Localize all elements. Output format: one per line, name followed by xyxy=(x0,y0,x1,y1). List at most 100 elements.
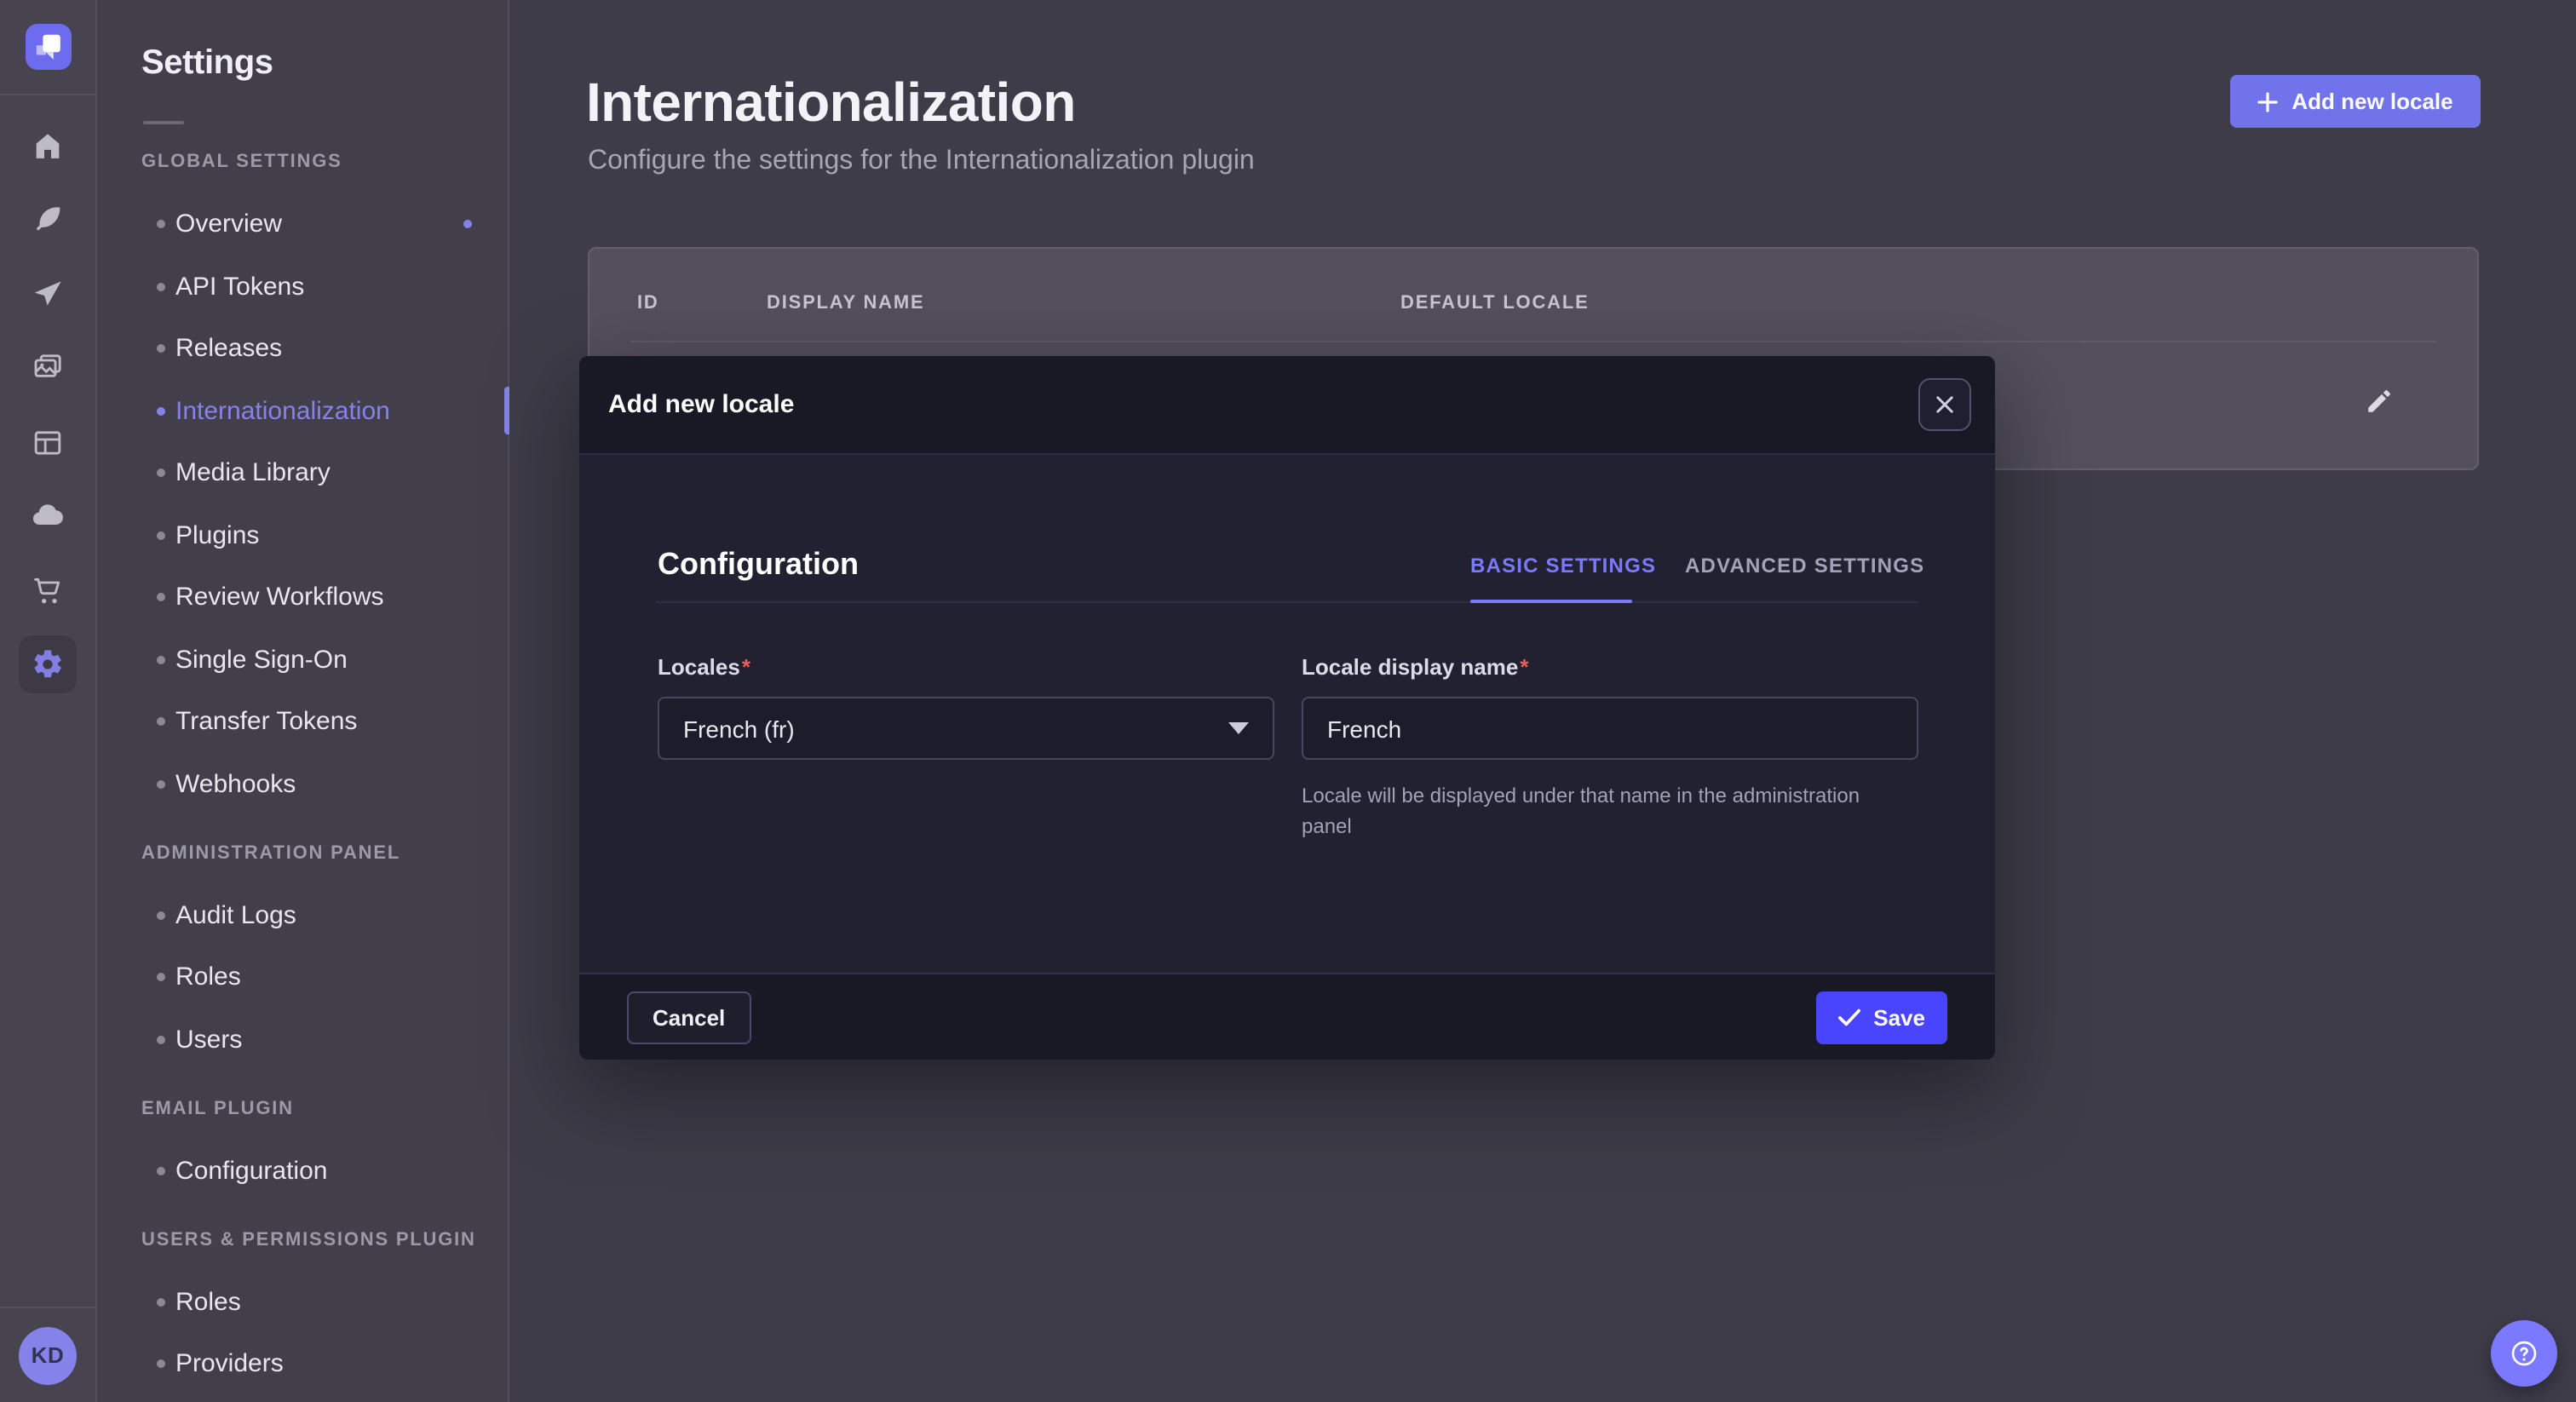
bullet-icon xyxy=(157,1036,165,1044)
workspace-logo[interactable] xyxy=(0,0,95,95)
settings-icon xyxy=(31,648,65,682)
bullet-icon xyxy=(157,345,165,353)
sidebar-item-api-tokens[interactable]: API Tokens xyxy=(97,256,508,318)
tab-advanced-settings[interactable]: ADVANCED SETTINGS xyxy=(1685,554,1924,577)
cloud-icon xyxy=(31,500,65,534)
sidebar-item-internationalization[interactable]: Internationalization xyxy=(97,380,508,442)
rail-item-send[interactable] xyxy=(0,257,95,331)
sidebar-item-media-library[interactable]: Media Library xyxy=(97,442,508,504)
plus-icon xyxy=(2257,91,2278,112)
sidebar-item-roles[interactable]: Roles xyxy=(97,946,508,1008)
sidebar-item-audit-logs[interactable]: Audit Logs xyxy=(97,884,508,946)
avatar[interactable]: KD xyxy=(19,1326,77,1384)
sidebar-item-label: Roles xyxy=(175,963,241,992)
sidebar-item-label: Internationalization xyxy=(175,397,390,426)
pencil-icon xyxy=(2364,386,2393,415)
tab-basic-settings[interactable]: BASIC SETTINGS xyxy=(1470,554,1656,577)
sidebar-item-webhooks[interactable]: Webhooks xyxy=(97,753,508,815)
sidebar-item-label: Media Library xyxy=(175,459,331,488)
locales-label-text: Locales xyxy=(658,654,740,680)
sidebar-title: Settings xyxy=(141,44,273,83)
sidebar-item-plugins[interactable]: Plugins xyxy=(97,504,508,566)
sidebar-item-configuration[interactable]: Configuration xyxy=(97,1140,508,1202)
settings-sidebar: Settings GLOBAL SETTINGSOverviewAPI Toke… xyxy=(97,0,509,1402)
active-tab-indicator xyxy=(1470,599,1632,603)
strapi-logo-icon xyxy=(25,24,71,70)
edit-locale-button[interactable] xyxy=(2358,380,2399,421)
sidebar-title-divider xyxy=(143,121,184,124)
sidebar-item-roles[interactable]: Roles xyxy=(97,1271,508,1333)
home-icon xyxy=(31,129,65,164)
page-title: Internationalization xyxy=(586,72,1076,135)
bullet-icon xyxy=(157,974,165,982)
sidebar-item-label: Providers xyxy=(175,1350,284,1379)
sidebar-item-transfer-tokens[interactable]: Transfer Tokens xyxy=(97,691,508,753)
table-header-row: ID DISPLAY NAME DEFAULT LOCALE xyxy=(589,293,2477,317)
rail-item-cloud[interactable] xyxy=(0,480,95,554)
sidebar-item-label: Releases xyxy=(175,335,282,364)
sidebar-item-providers[interactable]: Providers xyxy=(97,1333,508,1395)
display-name-label: Locale display name* xyxy=(1302,654,1528,680)
notification-dot xyxy=(463,221,472,229)
rail-nav xyxy=(0,109,95,702)
bullet-icon xyxy=(157,718,165,727)
bullet-icon xyxy=(157,780,165,789)
help-icon xyxy=(2508,1337,2540,1370)
bullet-icon xyxy=(157,1360,165,1369)
rail-item-media-library[interactable] xyxy=(0,331,95,405)
display-name-input[interactable] xyxy=(1302,697,1918,760)
rail-item-settings[interactable] xyxy=(0,628,95,702)
rail-item-home[interactable] xyxy=(0,109,95,183)
locales-label: Locales* xyxy=(658,654,750,680)
sidebar-item-label: Plugins xyxy=(175,521,259,550)
display-name-label-text: Locale display name xyxy=(1302,654,1518,680)
bullet-icon xyxy=(157,1298,165,1307)
column-header-default-locale: DEFAULT LOCALE xyxy=(1400,293,1590,313)
bullet-icon xyxy=(157,911,165,920)
page-subtitle: Configure the settings for the Internati… xyxy=(588,147,1255,177)
bullet-icon xyxy=(157,221,165,229)
close-icon xyxy=(1935,395,1954,414)
icon-rail: KD xyxy=(0,0,97,1402)
configuration-heading: Configuration xyxy=(658,547,859,583)
bullet-icon xyxy=(157,594,165,602)
cart-icon xyxy=(31,574,65,608)
close-modal-button[interactable] xyxy=(1918,378,1971,431)
help-button[interactable] xyxy=(2491,1320,2557,1387)
modal-body: Configuration BASIC SETTINGS ADVANCED SE… xyxy=(579,455,1995,973)
strapi-settings-app: KD Settings GLOBAL SETTINGSOverviewAPI T… xyxy=(0,0,2576,1402)
save-button[interactable]: Save xyxy=(1815,991,1947,1043)
rail-item-layout[interactable] xyxy=(0,405,95,480)
sidebar-item-releases[interactable]: Releases xyxy=(97,318,508,380)
cancel-button[interactable]: Cancel xyxy=(627,991,750,1043)
sidebar-item-label: Roles xyxy=(175,1288,241,1317)
locales-select[interactable]: French (fr) xyxy=(658,697,1274,760)
bullet-icon xyxy=(157,1167,165,1175)
sidebar-item-label: Configuration xyxy=(175,1157,327,1186)
sidebar-item-users[interactable]: Users xyxy=(97,1008,508,1071)
send-icon xyxy=(31,278,65,312)
sidebar-item-overview[interactable]: Overview xyxy=(97,193,508,256)
add-new-locale-button[interactable]: Add new locale xyxy=(2230,75,2481,128)
chevron-down-icon xyxy=(1228,722,1249,734)
required-asterisk: * xyxy=(1518,654,1528,680)
sidebar-item-label: Webhooks xyxy=(175,770,296,799)
sidebar-item-label: Review Workflows xyxy=(175,583,384,612)
sidebar-section-users-permissions-plugin: USERS & PERMISSIONS PLUGIN xyxy=(97,1209,508,1271)
sidebar-item-label: Overview xyxy=(175,210,282,239)
active-rail-highlight xyxy=(19,636,77,694)
locales-select-value: French (fr) xyxy=(683,715,795,742)
display-name-hint: Locale will be displayed under that name… xyxy=(1302,780,1889,842)
bullet-icon xyxy=(157,656,165,664)
column-header-display-name: DISPLAY NAME xyxy=(767,293,924,313)
rail-item-cart[interactable] xyxy=(0,554,95,628)
sidebar-item-label: API Tokens xyxy=(175,273,304,302)
modal-footer: Cancel Save xyxy=(579,973,1995,1060)
sidebar-item-single-sign-on[interactable]: Single Sign-On xyxy=(97,629,508,691)
rail-item-feather[interactable] xyxy=(0,183,95,257)
add-new-locale-label: Add new locale xyxy=(2291,89,2452,114)
add-locale-modal: Add new locale Configuration BASIC SETTI… xyxy=(579,356,1995,1060)
bullet-icon xyxy=(157,531,165,540)
sidebar-item-review-workflows[interactable]: Review Workflows xyxy=(97,566,508,629)
sidebar-item-label: Users xyxy=(175,1026,242,1054)
